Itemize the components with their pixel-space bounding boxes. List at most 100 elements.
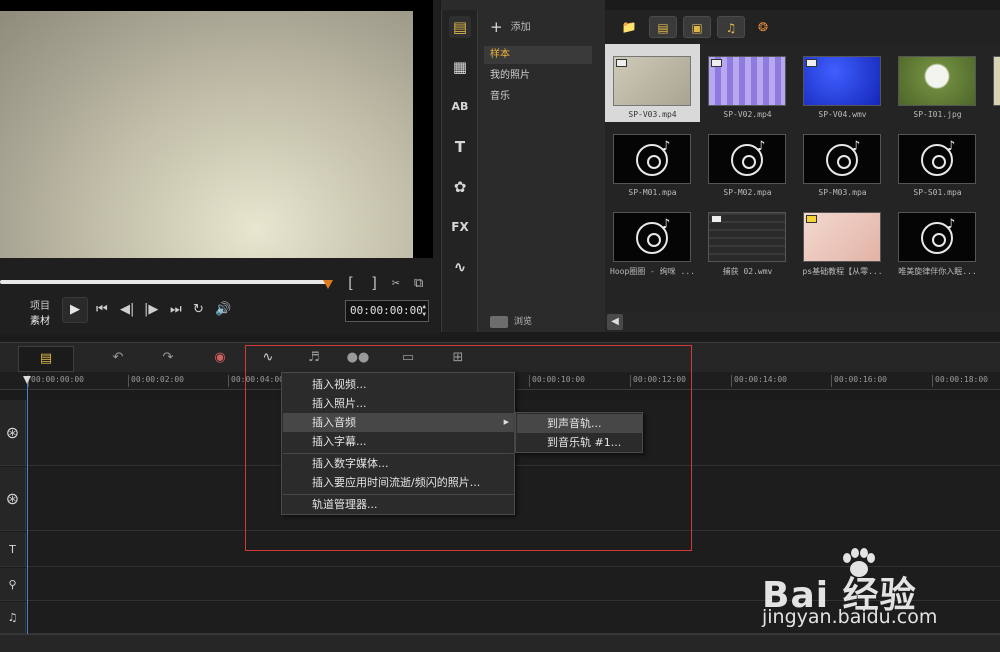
scrubber-handle[interactable] xyxy=(323,280,333,289)
media-caption: SP-V02.mp4 xyxy=(723,110,772,119)
video-badge-icon xyxy=(616,59,627,67)
menu-insert-audio[interactable]: 插入音频 ▶ xyxy=(283,413,515,432)
music-note-icon: ♪ xyxy=(947,139,956,154)
media-caption: Hoop圈圈 - 绚咪 ... xyxy=(610,267,695,276)
previous-frame-icon[interactable]: ◀| xyxy=(120,302,134,317)
media-item-lullaby[interactable]: ♪ 唯美旋律伴你入眠... xyxy=(890,200,985,278)
media-item-sp-s01[interactable]: ♪ SP-S01.mpa xyxy=(890,122,985,200)
preview-panel: [ ] ✂ ⧉ 项目 素材 ▶ ⏮ ◀| |▶ ⏭ ↻ 🔊 00:00:00:0… xyxy=(0,0,440,334)
mark-in-button[interactable]: [ xyxy=(346,274,355,292)
video-badge-icon xyxy=(806,59,817,67)
folder-item-music[interactable]: 音乐 xyxy=(484,88,592,106)
microphone-icon[interactable]: ⚲ xyxy=(0,568,26,600)
timecode-value: 00:00:00:00 xyxy=(350,304,423,317)
sort-options-icon[interactable]: ❂ xyxy=(749,16,777,38)
media-item-sp-m03[interactable]: ♪ SP-M03.mpa xyxy=(795,122,890,200)
split-clip-icon[interactable]: ✂ xyxy=(392,276,400,291)
submenu-arrow-icon: ▶ xyxy=(503,418,509,426)
menu-insert-photo[interactable]: 插入照片... xyxy=(283,394,515,413)
music-note-icon: ♪ xyxy=(852,139,861,154)
thumbnail: ♪ xyxy=(898,134,976,184)
media-item-ps-tutorial[interactable]: ps基础教程【从零... xyxy=(795,200,890,278)
music-note-icon: ♪ xyxy=(662,139,671,154)
baidu-jingyan-watermark: Bai 经验 jingyan.baidu.com xyxy=(762,548,994,638)
media-item-capture-02[interactable]: 捕获 02.wmv xyxy=(700,200,795,278)
volume-icon[interactable]: 🔊 xyxy=(215,302,231,317)
scroll-left-icon[interactable]: ◀ xyxy=(607,314,623,330)
media-item-sp-v03[interactable]: SP-V03.mp4 xyxy=(605,44,700,122)
media-item-partial[interactable] xyxy=(985,44,1000,122)
thumbnail xyxy=(993,56,1000,106)
browse-label: 浏览 xyxy=(514,317,533,327)
mode-clip-label[interactable]: 素材 xyxy=(30,312,50,327)
instant-project-icon[interactable]: ▦ xyxy=(449,56,471,78)
overlay-track-icon[interactable]: ⊛ xyxy=(0,467,26,530)
add-folder-button[interactable]: + 添加 xyxy=(490,18,531,36)
filter-icon[interactable]: FX xyxy=(449,216,471,238)
submenu-to-voice-track[interactable]: 到声音轨... xyxy=(517,414,643,433)
mark-out-button[interactable]: ] xyxy=(370,274,379,292)
library-scrollbar[interactable]: ◀ xyxy=(605,312,1000,332)
media-item-sp-v04[interactable]: SP-V04.wmv xyxy=(795,44,890,122)
media-item-sp-m01[interactable]: ♪ SP-M01.mpa xyxy=(605,122,700,200)
music-note-icon: ♪ xyxy=(757,139,766,154)
menu-insert-subtitle[interactable]: 插入字幕... xyxy=(283,432,515,451)
storyboard-view-button[interactable]: ▤ xyxy=(18,346,74,372)
media-caption: 捕获 02.wmv xyxy=(722,267,773,276)
folder-icon[interactable]: 📁 xyxy=(615,16,643,38)
library-folder-panel: + 添加 样本 我的照片 音乐 浏览 xyxy=(477,10,605,332)
record-capture-icon[interactable]: ◉ xyxy=(208,349,232,367)
media-item-sp-i01[interactable]: SP-I01.jpg xyxy=(890,44,985,122)
media-caption: SP-I01.jpg xyxy=(913,110,962,119)
title-icon[interactable]: T xyxy=(449,136,471,158)
show-audio-icon[interactable]: ♫ xyxy=(717,16,745,38)
folder-item-samples[interactable]: 样本 xyxy=(484,46,592,64)
show-videos-icon[interactable]: ▤ xyxy=(649,16,677,38)
ruler-tick: 00:00:00:00 xyxy=(28,375,84,387)
playhead-handle[interactable] xyxy=(23,376,31,384)
redo-icon[interactable]: ↷ xyxy=(156,349,180,367)
thumbnail xyxy=(708,212,786,262)
folder-item-my-photos[interactable]: 我的照片 xyxy=(484,67,592,85)
menu-insert-video[interactable]: 插入视频... xyxy=(283,375,515,394)
media-item-hoop[interactable]: ♪ Hoop圈圈 - 绚咪 ... xyxy=(605,200,700,278)
library-category-bar: ▤ ▦ AB T ✿ FX ∿ xyxy=(441,10,477,332)
end-icon[interactable]: ⏭ xyxy=(170,302,182,317)
playhead-line[interactable] xyxy=(27,376,28,634)
browse-button[interactable]: 浏览 xyxy=(490,314,532,328)
title-track-icon[interactable]: T xyxy=(0,532,26,566)
media-item-sp-m02[interactable]: ♪ SP-M02.mpa xyxy=(700,122,795,200)
media-library-icon[interactable]: ▤ xyxy=(449,16,471,38)
play-button[interactable]: ▶ xyxy=(62,297,88,323)
undo-icon[interactable]: ↶ xyxy=(106,349,130,367)
graphic-icon[interactable]: ✿ xyxy=(449,176,471,198)
menu-insert-timelapse-photo[interactable]: 插入要应用时间流逝/频闪的照片... xyxy=(283,473,515,492)
path-icon[interactable]: ∿ xyxy=(449,256,471,278)
plus-icon: + xyxy=(490,18,503,36)
thumbnail xyxy=(803,212,881,262)
repeat-icon[interactable]: ↻ xyxy=(193,302,204,317)
ruler-tick: 00:00:18:00 xyxy=(932,375,988,387)
scrubber-bar[interactable] xyxy=(0,280,330,284)
timecode-stepper-icon[interactable]: ▲ ▼ xyxy=(422,303,426,319)
timecode-display[interactable]: 00:00:00:00 ▲ ▼ xyxy=(345,300,429,322)
mode-project-label[interactable]: 项目 xyxy=(30,297,50,312)
library-grip-bar[interactable] xyxy=(441,0,605,10)
submenu-to-music-track-1[interactable]: 到音乐轨 #1... xyxy=(517,433,643,452)
ruler-tick: 00:00:14:00 xyxy=(731,375,787,387)
next-frame-icon[interactable]: |▶ xyxy=(144,302,158,317)
menu-insert-audio-label: 插入音频 xyxy=(312,416,356,429)
video-track-icon[interactable]: ⊛ xyxy=(0,400,26,465)
add-label: 添加 xyxy=(510,22,531,33)
show-photos-icon[interactable]: ▣ xyxy=(683,16,711,38)
thumbnail: ♪ xyxy=(708,134,786,184)
library-filter-bar: 📁 ▤ ▣ ♫ ❂ xyxy=(605,10,1000,44)
transition-icon[interactable]: AB xyxy=(449,96,471,118)
menu-track-manager[interactable]: 轨道管理器... xyxy=(283,495,515,514)
media-caption: SP-V03.mp4 xyxy=(628,110,677,119)
enlarge-preview-icon[interactable]: ⧉ xyxy=(414,276,423,291)
home-icon[interactable]: ⏮ xyxy=(96,302,108,317)
menu-insert-digital-media[interactable]: 插入数字媒体... xyxy=(283,454,515,473)
media-item-sp-v02[interactable]: SP-V02.mp4 xyxy=(700,44,795,122)
music-track-icon[interactable]: ♫ xyxy=(0,602,26,633)
